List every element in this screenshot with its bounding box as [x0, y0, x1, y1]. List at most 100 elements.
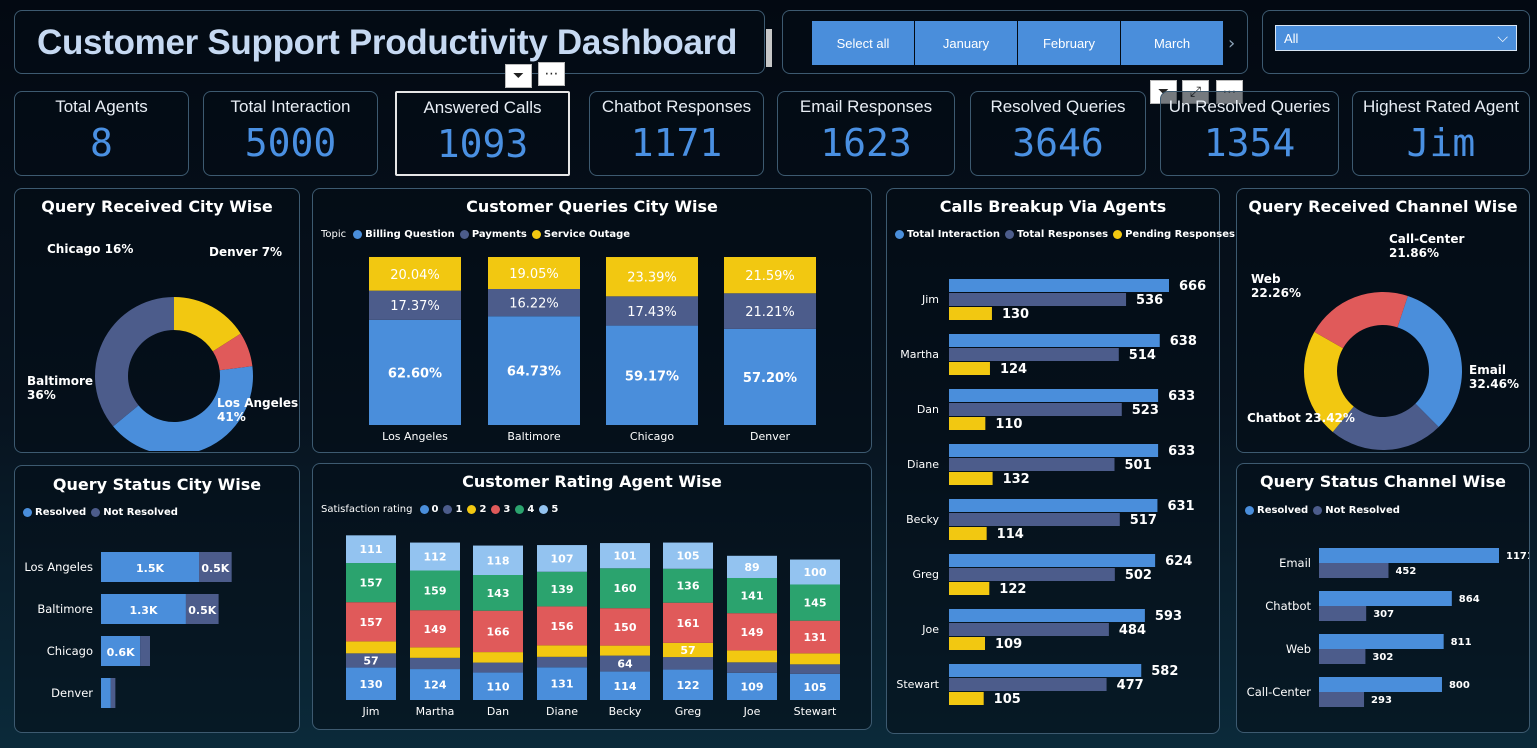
bar-resolved[interactable] — [1319, 634, 1444, 649]
month-slicer: Select all January February March › — [782, 10, 1248, 74]
kpi-resolved-queries[interactable]: Resolved Queries 3646 — [970, 91, 1146, 176]
y-tick-label: Chicago — [47, 644, 93, 658]
filter-icon[interactable]: ⏷ — [505, 64, 532, 88]
bar-pending-responses[interactable] — [949, 582, 990, 595]
bar-total-responses[interactable] — [949, 293, 1127, 306]
bar-total-interaction[interactable] — [949, 499, 1158, 512]
stacked-bar-segment[interactable] — [663, 657, 713, 670]
bar-pending-responses[interactable] — [949, 362, 990, 375]
bar-pending-responses[interactable] — [949, 692, 984, 705]
stacked-bar-segment[interactable] — [727, 650, 777, 663]
bar-total-interaction[interactable] — [949, 444, 1159, 457]
bar-pending-responses[interactable] — [949, 637, 986, 650]
bar-not-resolved[interactable] — [1319, 649, 1366, 664]
legend-item[interactable]: Not Resolved — [103, 507, 178, 518]
bar-pending-responses[interactable] — [949, 472, 993, 485]
bar-total-interaction[interactable] — [949, 279, 1169, 292]
bar-not-resolved[interactable] — [1319, 692, 1365, 707]
donut-slice-baltimore[interactable] — [95, 297, 174, 427]
bar-total-responses[interactable] — [949, 348, 1119, 361]
kpi-label: Answered Calls — [423, 98, 542, 117]
stacked-bar-segment[interactable] — [101, 678, 111, 708]
bar-total-responses[interactable] — [949, 513, 1120, 526]
bar-total-interaction[interactable] — [949, 609, 1145, 622]
month-march-button[interactable]: March — [1121, 21, 1223, 65]
kpi-email-responses[interactable]: Email Responses 1623 — [777, 91, 955, 176]
stacked-bar-segment[interactable] — [537, 656, 587, 668]
legend-item[interactable]: Total Interaction — [907, 229, 1000, 240]
legend-item[interactable]: Payments — [472, 229, 527, 240]
bar-resolved[interactable] — [1319, 677, 1442, 692]
legend-item[interactable]: Resolved — [1257, 505, 1308, 516]
bar-total-responses[interactable] — [949, 403, 1122, 416]
bar-not-resolved[interactable] — [1319, 606, 1367, 621]
month-february-button[interactable]: February — [1018, 21, 1120, 65]
stacked-bar-segment[interactable] — [727, 662, 777, 673]
bar-total-interaction[interactable] — [949, 334, 1160, 347]
status-city-chart[interactable]: Los Angeles 1.5K 0.5K Baltimore 1.3K 0.5K Chic… — [15, 530, 299, 730]
bar-total-responses[interactable] — [949, 678, 1107, 691]
kpi-answered-calls[interactable]: Answered Calls 1093 — [395, 91, 570, 176]
calls-agents-chart[interactable]: Jim 666 536 130 Martha 638 514 124 Dan 633 523 110 D… — [887, 249, 1219, 729]
x-tick-label: Dan — [487, 705, 509, 718]
bar-total-interaction[interactable] — [949, 664, 1142, 677]
stacked-bar-segment[interactable] — [410, 657, 460, 670]
kpi-highest-rated-agent[interactable]: Highest Rated Agent Jim — [1352, 91, 1530, 176]
legend-item[interactable]: 4 — [527, 504, 534, 515]
month-select-all-button[interactable]: Select all — [812, 21, 914, 65]
legend-item[interactable]: 5 — [551, 504, 558, 515]
status-channel-chart[interactable]: Email 1171 452 Chatbot 864 307 Web 811 302 Call-C… — [1237, 530, 1529, 730]
bar-not-resolved[interactable] — [1319, 563, 1389, 578]
bar-total-responses[interactable] — [949, 568, 1115, 581]
bar-pending-responses[interactable] — [949, 307, 992, 320]
kpi-total-agents[interactable]: Total Agents 8 — [14, 91, 189, 176]
y-tick-label: Web — [1286, 642, 1311, 656]
data-label: 666 — [1179, 279, 1206, 294]
donut-slice-email[interactable] — [1397, 296, 1462, 428]
bar-total-responses[interactable] — [949, 458, 1115, 471]
bar-pending-responses[interactable] — [949, 527, 987, 540]
legend-item[interactable]: Service Outage — [544, 229, 630, 240]
stacked-bar-segment[interactable] — [140, 636, 150, 666]
stacked-bar-segment[interactable] — [410, 647, 460, 658]
city-topic-chart[interactable]: 62.60% 17.37% 20.04% Los Angeles 64.73% 16.22… — [313, 243, 871, 453]
legend-item[interactable]: Pending Responses — [1125, 229, 1235, 240]
stacked-bar-segment[interactable] — [473, 662, 523, 673]
kpi-label: Resolved Queries — [990, 97, 1126, 116]
stacked-bar-segment[interactable] — [790, 664, 840, 674]
bar-resolved[interactable] — [1319, 591, 1452, 606]
stacked-bar-segment[interactable] — [790, 653, 840, 665]
stacked-bar-segment[interactable] — [473, 652, 523, 663]
legend-item[interactable]: Not Resolved — [1325, 505, 1400, 516]
bar-total-interaction[interactable] — [949, 554, 1156, 567]
bar-total-responses[interactable] — [949, 623, 1109, 636]
month-january-button[interactable]: January — [915, 21, 1017, 65]
legend-item[interactable]: 1 — [455, 504, 462, 515]
channel-donut-panel: Query Received Channel Wise Email 32.46% C… — [1236, 188, 1530, 453]
filter-dropdown[interactable]: All ⌵ — [1275, 25, 1517, 51]
donut-label: Denver 7% — [209, 245, 282, 259]
kpi-total-interaction[interactable]: Total Interaction 5000 — [203, 91, 378, 176]
stacked-bar-segment[interactable] — [600, 645, 650, 656]
bar-pending-responses[interactable] — [949, 417, 986, 430]
donut-slice-call-center[interactable] — [1314, 292, 1408, 349]
rating-chart[interactable]: 130 57 157 157 111 Jim 124 149 159 112 Martha 110 16… — [313, 519, 871, 729]
legend-item[interactable]: 0 — [432, 504, 439, 515]
legend-item[interactable]: Total Responses — [1017, 229, 1108, 240]
stacked-bar-segment[interactable] — [537, 645, 587, 657]
kpi-unresolved-queries[interactable]: Un Resolved Queries 1354 — [1160, 91, 1339, 176]
bar-resolved[interactable] — [1319, 548, 1499, 563]
donut-label: Chicago 16% — [47, 242, 133, 256]
legend-item[interactable]: 2 — [479, 504, 486, 515]
legend-item[interactable]: Billing Question — [365, 229, 455, 240]
chevron-right-icon[interactable]: › — [1228, 33, 1235, 54]
legend-item[interactable]: 3 — [503, 504, 510, 515]
city-donut-chart[interactable]: Los Angeles41% Baltimore36% Chicago 16% Den… — [15, 221, 299, 451]
kpi-chatbot-responses[interactable]: Chatbot Responses 1171 — [589, 91, 764, 176]
stacked-bar-segment[interactable] — [346, 641, 396, 654]
bar-total-interaction[interactable] — [949, 389, 1159, 402]
stacked-bar-segment[interactable] — [110, 678, 116, 708]
channel-donut-chart[interactable]: Email32.46% Chatbot 23.42% Web22.26% Call-C… — [1237, 221, 1529, 451]
more-options-icon[interactable]: ⋯ — [538, 62, 565, 86]
legend-item[interactable]: Resolved — [35, 507, 86, 518]
